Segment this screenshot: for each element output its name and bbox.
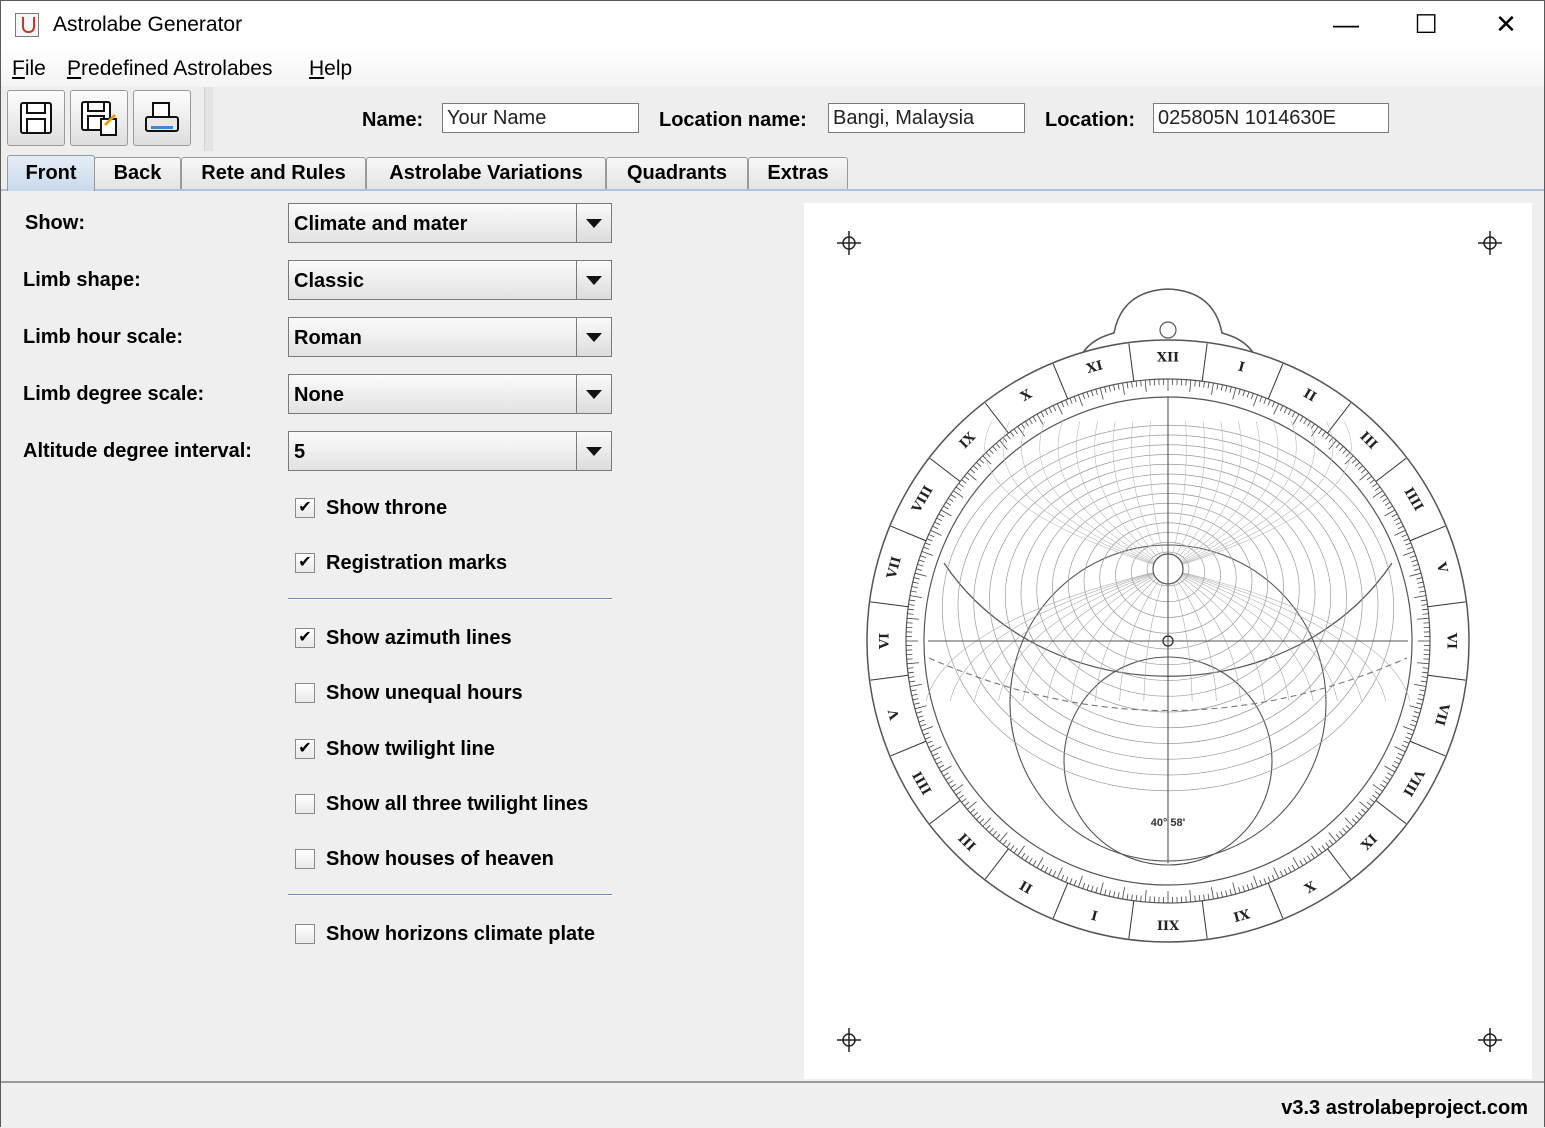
menu-file[interactable]: File [12,57,46,81]
location-field[interactable] [1153,103,1389,133]
menu-file-mnemonic: F [12,57,25,80]
show-horizons-climate-plate-checkbox[interactable]: Show horizons climate plate [295,921,595,947]
status-bar: v3.3 astrolabeproject.com [1,1081,1544,1128]
chevron-down-icon[interactable] [576,204,611,242]
hour-numeral: XII [1157,351,1179,366]
show-label: Show: [25,212,85,235]
limb-hour-scale-label: Limb hour scale: [23,326,183,349]
astrolabe-drawing: XIIIIIIIIIIIIVVIVIIVIIIIXXXIXIIIIIIIIIII… [804,203,1532,1079]
show-unequal-hours-checkbox[interactable]: Show unequal hours [295,680,523,706]
menu-help-label: elp [324,57,352,80]
chevron-down-icon[interactable] [576,261,611,299]
show-all-twilight-lines-checkbox[interactable]: Show all three twilight lines [295,791,588,817]
show-houses-of-heaven-checkbox[interactable]: Show houses of heaven [295,846,554,872]
show-unequal-hours-label: Show unequal hours [326,682,523,705]
hour-numeral: XII [1157,917,1179,932]
menu-predefined-label: redefined Astrolabes [81,57,272,80]
show-dropdown-value: Climate and mater [294,213,467,236]
app-window: Astrolabe Generator — ☐ ✕ File Predefine… [0,0,1545,1127]
tab-quadrants[interactable]: Quadrants [606,157,748,189]
tab-astrolabe-variations[interactable]: Astrolabe Variations [366,157,606,189]
limb-hour-scale-dropdown[interactable]: Roman [288,317,612,357]
hour-numeral: VI [1444,632,1459,649]
altitude-interval-label: Altitude degree interval: [23,440,252,463]
chevron-down-icon[interactable] [576,375,611,413]
checkbox-box[interactable]: ✔ [295,553,315,573]
tab-rete-and-rules[interactable]: Rete and Rules [181,157,366,189]
menu-predefined-astrolabes[interactable]: Predefined Astrolabes [67,57,272,81]
checkbox-box[interactable]: ✔ [295,739,315,759]
save-icon [18,100,54,136]
tab-front[interactable]: Front [7,155,95,191]
checkbox-box[interactable] [295,794,315,814]
save-as-icon [79,99,119,137]
show-azimuth-lines-checkbox[interactable]: ✔ Show azimuth lines [295,625,512,651]
latitude-label: 40° 58' [1151,817,1186,829]
separator [288,598,612,600]
menu-file-label: ile [25,57,46,80]
minimize-button[interactable]: — [1307,1,1385,47]
tab-back[interactable]: Back [94,157,181,189]
java-app-icon [15,13,39,37]
maximize-button[interactable]: ☐ [1387,1,1465,47]
limb-shape-dropdown-value: Classic [294,270,364,293]
checkbox-box[interactable]: ✔ [295,498,315,518]
show-twilight-line-checkbox[interactable]: ✔ Show twilight line [295,736,495,762]
location-label: Location: [1045,109,1135,132]
show-twilight-line-label: Show twilight line [326,738,495,761]
show-all-twilight-lines-label: Show all three twilight lines [326,793,588,816]
separator [288,894,612,896]
show-azimuth-lines-label: Show azimuth lines [326,627,512,650]
altitude-interval-dropdown-value: 5 [294,441,305,464]
location-name-field[interactable] [828,103,1025,133]
show-dropdown[interactable]: Climate and mater [288,203,612,243]
title-bar: Astrolabe Generator — ☐ ✕ [1,1,1544,47]
close-button[interactable]: ✕ [1467,1,1545,47]
name-field[interactable] [442,103,639,133]
name-label: Name: [362,109,423,132]
print-icon [143,100,181,136]
limb-degree-scale-dropdown[interactable]: None [288,374,612,414]
checkbox-box[interactable]: ✔ [295,628,315,648]
hour-numeral: VI [878,633,893,650]
show-horizons-climate-plate-label: Show horizons climate plate [326,923,595,946]
limb-shape-label: Limb shape: [23,269,141,292]
tab-extras[interactable]: Extras [748,157,848,189]
print-button[interactable] [133,90,191,146]
menu-help-mnemonic: H [309,57,324,80]
toolbar-divider [204,87,213,151]
location-name-label: Location name: [659,109,807,132]
tab-strip: Front Back Rete and Rules Astrolabe Vari… [1,151,1544,191]
checkbox-box[interactable] [295,683,315,703]
altitude-interval-dropdown[interactable]: 5 [288,431,612,471]
save-as-button[interactable] [70,90,128,146]
menu-predefined-mnemonic: P [67,57,81,80]
registration-marks-label: Registration marks [326,552,507,575]
limb-degree-scale-label: Limb degree scale: [23,383,204,406]
registration-marks-checkbox[interactable]: ✔ Registration marks [295,550,507,576]
version-label: v3.3 astrolabeproject.com [1281,1097,1528,1120]
menu-bar: File Predefined Astrolabes Help [1,47,1544,87]
checkbox-box[interactable] [295,849,315,869]
chevron-down-icon[interactable] [576,432,611,470]
limb-hour-scale-dropdown-value: Roman [294,327,362,350]
show-houses-of-heaven-label: Show houses of heaven [326,848,554,871]
show-throne-checkbox[interactable]: ✔ Show throne [295,495,447,521]
chevron-down-icon[interactable] [576,318,611,356]
menu-help[interactable]: Help [309,57,352,81]
toolbar: Name: Location name: Location: [1,87,1544,151]
window-title: Astrolabe Generator [53,13,242,37]
astrolabe-preview: XIIIIIIIIIIIIVVIVIIVIIIIXXXIXIIIIIIIIIII… [804,203,1532,1079]
limb-shape-dropdown[interactable]: Classic [288,260,612,300]
save-button[interactable] [7,90,65,146]
limb-degree-scale-dropdown-value: None [294,384,344,407]
checkbox-box[interactable] [295,924,315,944]
show-throne-label: Show throne [326,497,447,520]
